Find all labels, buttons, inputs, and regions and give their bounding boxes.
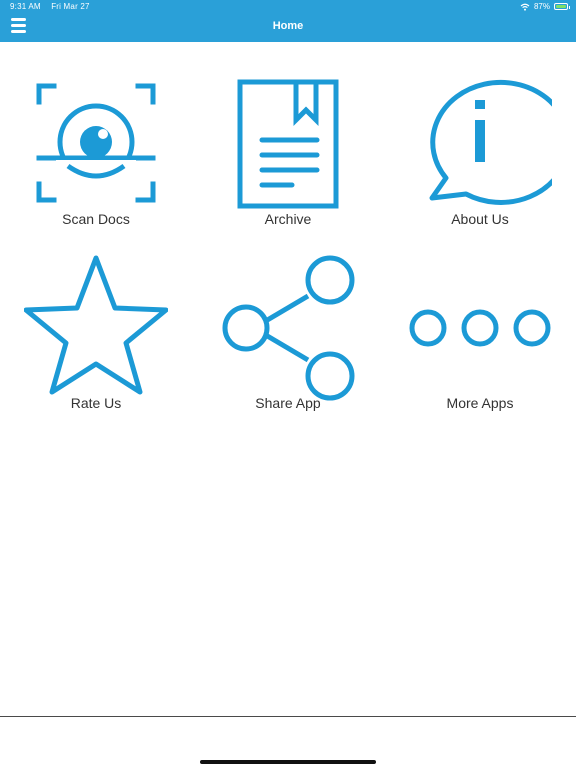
scan-eye-icon	[36, 83, 156, 203]
top-bar: 9:31 AM Fri Mar 27 87% Home	[0, 0, 576, 42]
tile-label: Scan Docs	[62, 211, 130, 227]
document-bookmark-icon	[237, 79, 339, 209]
tile-label: More Apps	[446, 395, 514, 411]
wifi-icon	[520, 3, 530, 11]
star-icon	[24, 255, 168, 395]
tile-label: About Us	[451, 211, 509, 227]
tile-scan-docs[interactable]: Scan Docs	[0, 42, 192, 233]
tile-more-apps[interactable]: More Apps	[384, 234, 576, 425]
status-date: Fri Mar 27	[51, 2, 90, 11]
info-speech-bubble-icon	[429, 79, 552, 205]
tile-label: Rate Us	[70, 395, 122, 411]
battery-icon	[554, 3, 570, 10]
tile-label: Share App	[255, 395, 321, 411]
tile-archive[interactable]: Archive	[192, 42, 384, 233]
battery-level	[556, 5, 567, 8]
share-icon	[222, 255, 355, 401]
home-indicator[interactable]	[200, 760, 376, 764]
app-screen: 9:31 AM Fri Mar 27 87% Home Scan Docs Ar…	[0, 0, 576, 768]
status-bar-left: 9:31 AM Fri Mar 27	[10, 2, 98, 11]
more-dots-icon	[409, 309, 551, 347]
home-grid: Scan Docs Archive About Us Rate Us Share…	[0, 42, 576, 424]
tile-share-app[interactable]: Share App	[192, 234, 384, 425]
tile-rate-us[interactable]: Rate Us	[0, 234, 192, 425]
tile-about-us[interactable]: About Us	[384, 42, 576, 233]
battery-percent: 87%	[533, 2, 550, 11]
bottom-divider	[0, 716, 576, 717]
page-title: Home	[272, 20, 304, 32]
tile-label: Archive	[264, 211, 312, 227]
status-time: 9:31 AM	[10, 2, 41, 11]
status-bar-right: 87%	[520, 2, 570, 11]
